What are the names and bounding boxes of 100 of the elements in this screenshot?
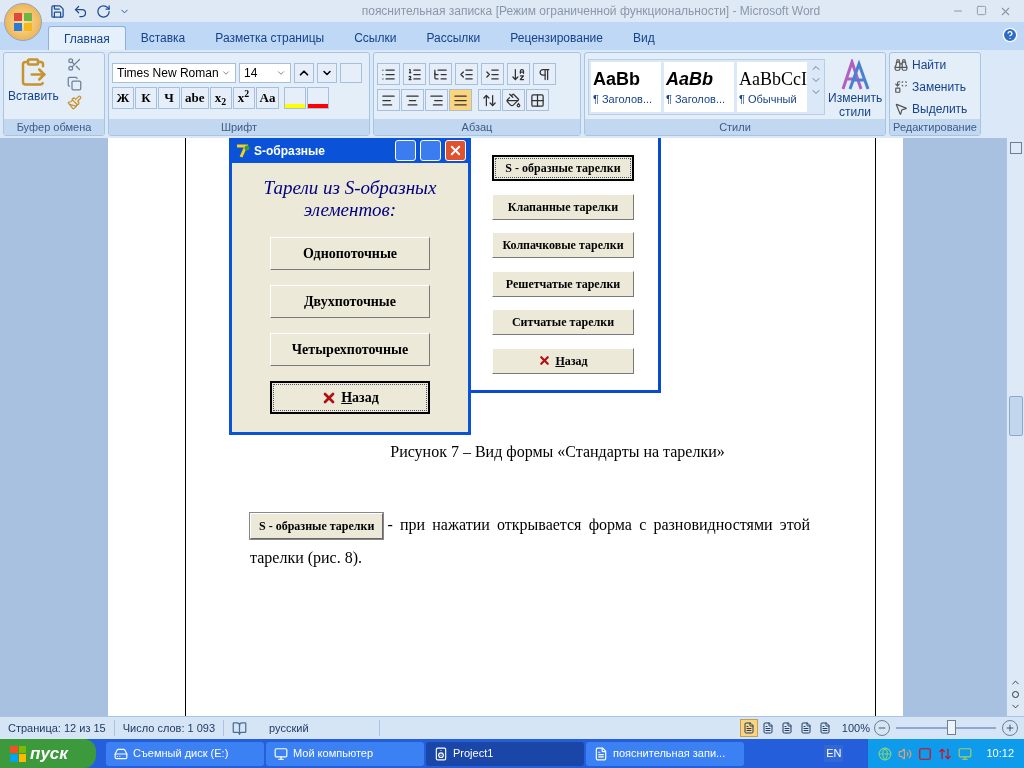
form-button[interactable]: Двухпоточные — [270, 285, 430, 318]
office-button[interactable] — [4, 3, 42, 41]
taskbar-button[interactable]: пояснительная запи... — [586, 741, 744, 766]
page-count[interactable]: Страница: 12 из 15 — [0, 719, 115, 737]
close-button[interactable] — [445, 140, 466, 161]
scroll-thumb[interactable] — [1008, 395, 1023, 436]
shading-icon[interactable] — [502, 89, 525, 111]
ribbon-tab[interactable]: Рецензирование — [495, 26, 618, 50]
cut-icon[interactable] — [66, 57, 82, 72]
back-button[interactable]: Назад — [270, 381, 430, 414]
window-icon — [114, 746, 128, 761]
taskbar-button[interactable]: Мой компьютер — [266, 741, 424, 766]
window-icon — [274, 746, 288, 761]
style-preview[interactable]: AaBb ¶ Заголов... — [664, 62, 734, 112]
ribbon-tab[interactable]: Разметка страницы — [200, 26, 340, 50]
format-button[interactable]: Aa — [255, 87, 280, 109]
align-icon[interactable] — [401, 89, 424, 111]
zoom-slider[interactable] — [896, 720, 996, 736]
editing-button[interactable]: Выделить — [894, 100, 976, 118]
window-icon — [434, 746, 448, 761]
editing-button[interactable]: Заменить — [894, 78, 976, 96]
align-icon[interactable] — [425, 89, 448, 111]
ribbon-tab[interactable]: Главная — [48, 26, 126, 50]
style-preview[interactable]: AaBbCcI ¶ Обычный — [737, 62, 807, 112]
format-button[interactable]: x$_{2}$ — [209, 87, 232, 109]
line-spacing-icon[interactable] — [478, 89, 501, 111]
format-button[interactable]: Ч — [158, 87, 180, 109]
form-button[interactable]: S - образные тарелки — [492, 155, 634, 181]
font-size-field[interactable]: 14 — [239, 63, 291, 83]
form-button[interactable]: Однопоточные — [270, 237, 430, 270]
format-painter-icon[interactable] — [66, 95, 82, 110]
help-icon[interactable] — [1002, 27, 1018, 43]
tray-icon[interactable] — [938, 746, 953, 761]
taskbar-button[interactable]: Project1 — [426, 741, 584, 766]
spelling-icon[interactable] — [232, 720, 248, 736]
cross-icon — [538, 354, 552, 367]
format-button[interactable]: К — [135, 87, 157, 109]
form-button[interactable]: Решетчатые тарелки — [492, 270, 634, 297]
decrease-indent-icon[interactable] — [455, 63, 478, 85]
pilcrow-icon[interactable] — [533, 63, 556, 85]
ruler-toggle-icon[interactable] — [1009, 142, 1022, 154]
group-label: Стили — [585, 119, 885, 135]
ribbon-tab[interactable]: Ссылки — [339, 26, 412, 50]
change-styles-button[interactable]: Изменить стили — [828, 59, 883, 119]
format-button[interactable]: abe — [181, 87, 209, 109]
slider-thumb[interactable] — [946, 720, 956, 735]
shrink-font-icon[interactable] — [317, 63, 337, 83]
back-button[interactable]: Назад — [492, 347, 634, 374]
paste-button[interactable]: Вставить — [8, 57, 59, 105]
dialog-heading: Тарели из S-образных элементов: — [262, 177, 438, 221]
close-icon — [448, 143, 463, 158]
word-count[interactable]: Число слов: 1 093 — [114, 719, 225, 737]
window-title: пояснительная записка [Режим ограниченной функциональности] - Microsoft Word — [360, 3, 822, 20]
copy-icon[interactable] — [66, 76, 82, 91]
align-icon[interactable] — [449, 89, 472, 111]
borders-icon[interactable] — [526, 89, 549, 111]
tray-icon[interactable] — [918, 746, 933, 761]
plus-icon — [1005, 723, 1015, 733]
ribbon-tab[interactable]: Вид — [617, 26, 670, 50]
numbering-icon[interactable] — [403, 63, 426, 85]
bullets-icon[interactable] — [377, 63, 400, 85]
ribbon-tab[interactable]: Рассылки — [411, 26, 496, 50]
view-mode-icon[interactable] — [739, 719, 758, 737]
editing-button[interactable]: Найти — [894, 56, 976, 74]
ribbon-tab[interactable]: Вставка — [125, 26, 201, 50]
multilevel-icon[interactable] — [429, 63, 452, 85]
minimize-button[interactable] — [395, 140, 416, 161]
format-button[interactable]: x$^{2}$ — [232, 87, 255, 109]
form-button[interactable]: Четырехпоточные — [270, 333, 430, 366]
form-button[interactable]: Колпачковые тарелки — [492, 232, 634, 258]
format-button[interactable]: Ж — [112, 87, 134, 109]
undo-icon[interactable] — [73, 3, 88, 19]
style-preview[interactable]: AaBb ¶ Заголов... — [591, 62, 661, 112]
font-color-icon[interactable] — [307, 87, 330, 109]
align-icon[interactable] — [377, 89, 400, 111]
app-icon — [236, 143, 250, 158]
binoculars-icon — [894, 58, 908, 72]
restore-icon[interactable] — [976, 4, 987, 16]
taskbar-button[interactable]: Съемный диск (E:) — [106, 741, 264, 766]
redo-icon[interactable] — [96, 3, 111, 19]
windows-logo-icon — [10, 745, 26, 762]
zoom-level[interactable]: 100% — [841, 719, 870, 737]
font-name-field[interactable]: Times New Roman — [112, 63, 236, 83]
sort-icon[interactable] — [507, 63, 530, 85]
save-icon[interactable] — [50, 3, 65, 19]
figure-caption: Рисунок 7 – Вид формы «Стандарты на тарелки» — [389, 442, 726, 463]
window-icon — [594, 746, 608, 761]
start-button[interactable]: пуск — [0, 739, 96, 768]
group-label: Буфер обмена — [4, 119, 104, 135]
clock: 10:12 — [986, 746, 1014, 762]
language[interactable]: русский — [269, 719, 380, 737]
replace-icon — [894, 80, 908, 94]
group-label: Абзац — [374, 119, 580, 135]
form-button[interactable]: Ситчатые тарелки — [492, 309, 634, 335]
office-logo-icon — [14, 13, 32, 31]
increase-indent-icon[interactable] — [481, 63, 504, 85]
form-button[interactable]: Клапанные тарелки — [492, 193, 634, 220]
maximize-button[interactable] — [420, 140, 441, 161]
language-indicator[interactable]: EN — [824, 745, 844, 762]
grow-font-icon[interactable] — [294, 63, 314, 83]
